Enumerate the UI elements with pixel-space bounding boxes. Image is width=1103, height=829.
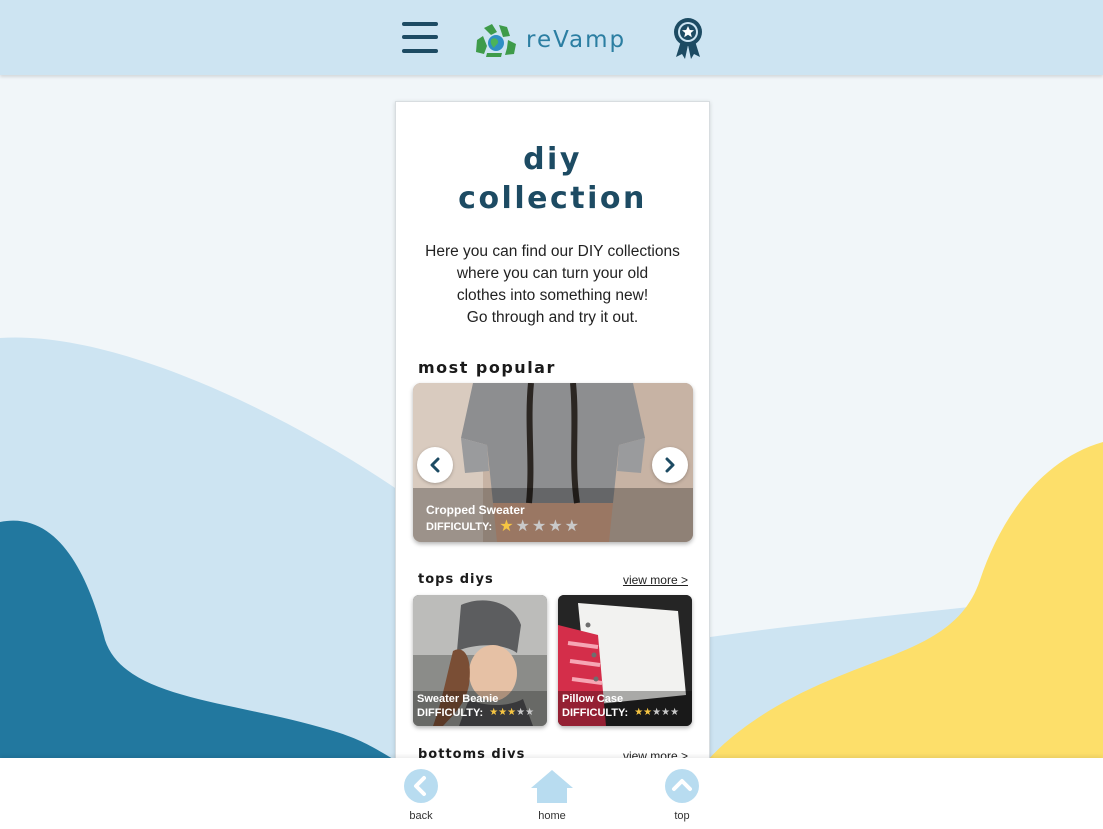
star-filled-icon: ★ <box>643 707 653 718</box>
award-ribbon-icon[interactable] <box>671 17 705 59</box>
nav-home-button[interactable]: home <box>522 768 582 822</box>
star-filled-icon: ★ <box>489 707 499 718</box>
carousel-prev-button[interactable] <box>417 447 453 483</box>
difficulty-label: DIFFICULTY: <box>426 521 493 533</box>
hamburger-menu-icon[interactable] <box>402 20 440 56</box>
intro-line: Here you can find our DIY collections <box>425 243 680 260</box>
star-empty-icon: ★ <box>661 707 671 718</box>
diy-tile-sweater-beanie[interactable]: Sweater Beanie DIFFICULTY: ★ ★ ★ ★ ★ <box>413 595 547 726</box>
back-arrow-icon <box>404 769 438 803</box>
difficulty-row: DIFFICULTY: ★ ★ ★ ★ ★ <box>426 519 581 535</box>
carousel-next-button[interactable] <box>652 447 688 483</box>
intro-line: clothes into something new! <box>456 287 649 304</box>
tops-diys-heading: tops diys <box>418 572 494 587</box>
star-filled-icon: ★ <box>634 707 644 718</box>
tile-caption: Pillow Case DIFFICULTY: ★ ★ ★ ★ ★ <box>562 693 679 719</box>
nav-top-button[interactable]: top <box>652 768 712 822</box>
menu-line <box>402 22 438 26</box>
brand-name: reVamp <box>526 27 627 53</box>
tile-title: Pillow Case <box>562 693 624 705</box>
difficulty-row: DIFFICULTY: ★ ★ ★ ★ ★ <box>562 707 679 719</box>
brand-logo[interactable]: reVamp <box>474 22 626 58</box>
difficulty-label: DIFFICULTY: <box>562 707 629 719</box>
star-empty-icon: ★ <box>531 518 547 535</box>
yellow-wave <box>708 442 1103 760</box>
intro-line: Go through and try it out. <box>466 309 639 326</box>
star-empty-icon: ★ <box>525 707 535 718</box>
bottom-navigation: back home top <box>0 758 1103 829</box>
chevron-left-icon <box>430 457 440 473</box>
nav-home-label: home <box>538 810 566 822</box>
difficulty-label: DIFFICULTY: <box>417 707 484 719</box>
intro-line: where you can turn your old <box>456 265 649 282</box>
recycle-globe-icon <box>476 24 516 57</box>
tile-title: Sweater Beanie <box>417 693 499 705</box>
star-filled-icon: ★ <box>507 707 517 718</box>
star-empty-icon: ★ <box>516 707 526 718</box>
nav-back-label: back <box>409 810 433 822</box>
slide-caption: Cropped Sweater DIFFICULTY: ★ ★ ★ ★ ★ <box>426 503 581 535</box>
slide-title: Cropped Sweater <box>426 503 525 517</box>
difficulty-stars: ★ ★ ★ ★ ★ <box>634 708 679 718</box>
tops-view-more-link[interactable]: view more > <box>623 573 688 587</box>
difficulty-stars: ★ ★ ★ ★ ★ <box>489 708 534 718</box>
menu-line <box>402 49 438 53</box>
star-empty-icon: ★ <box>564 518 579 535</box>
star-empty-icon: ★ <box>548 518 563 535</box>
top-app-bar: reVamp <box>0 0 1103 75</box>
page-title-line-2: collection <box>458 181 647 216</box>
star-empty-icon: ★ <box>652 707 662 718</box>
home-icon <box>531 770 573 803</box>
difficulty-row: DIFFICULTY: ★ ★ ★ ★ ★ <box>417 707 534 719</box>
menu-line <box>402 35 438 39</box>
star-empty-icon: ★ <box>670 707 680 718</box>
tile-caption: Sweater Beanie DIFFICULTY: ★ ★ ★ ★ ★ <box>417 693 534 719</box>
intro-text: Here you can find our DIY collections wh… <box>404 241 701 329</box>
page-title-line-1: diy <box>523 142 582 177</box>
nav-top-label: top <box>674 810 690 822</box>
most-popular-heading: most popular <box>418 358 556 377</box>
up-arrow-icon <box>665 769 699 803</box>
star-filled-icon: ★ <box>499 518 514 535</box>
diy-tile-pillow-case[interactable]: Pillow Case DIFFICULTY: ★ ★ ★ ★ ★ <box>558 595 692 726</box>
most-popular-carousel[interactable]: Cropped Sweater DIFFICULTY: ★ ★ ★ ★ ★ <box>413 383 693 542</box>
difficulty-stars: ★ ★ ★ ★ ★ <box>499 519 581 535</box>
star-filled-icon: ★ <box>498 707 508 718</box>
star-empty-icon: ★ <box>515 518 530 535</box>
nav-back-button[interactable]: back <box>391 768 451 822</box>
chevron-right-icon <box>665 457 675 473</box>
diy-collection-card: diy collection Here you can find our DIY… <box>395 101 710 823</box>
